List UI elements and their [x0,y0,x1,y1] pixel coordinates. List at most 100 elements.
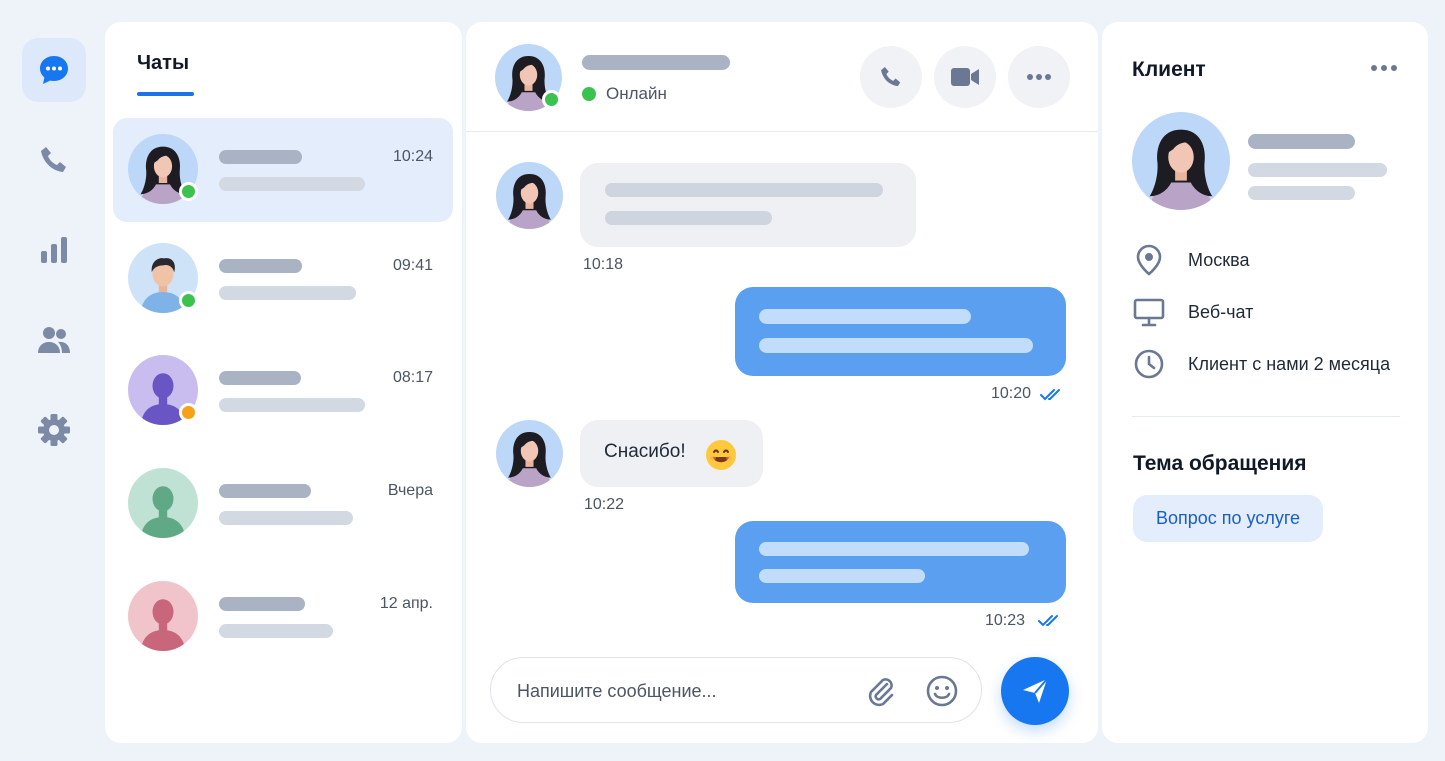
message-time: 10:23 [985,612,1026,629]
message-preview-placeholder [219,624,333,638]
incoming-message [580,163,916,247]
message-input[interactable] [517,676,847,706]
message-time: 10:18 [583,256,624,273]
message-preview-placeholder [219,511,353,525]
client-panel: Клиент Москва Веб-чат Клиент с нами 2 ме… [1102,22,1428,743]
message-line-placeholder [759,569,925,583]
chat-time: 08:17 [392,369,433,386]
chats-panel: Чаты 10:24 09:41 08:17 Вчера 12 апр. [105,22,462,743]
online-status-dot [542,90,561,109]
send-paper-plane-icon [1023,678,1048,703]
nav-calls[interactable] [22,128,86,192]
topic-chip[interactable]: Вопрос по услуге [1133,495,1324,542]
chat-bubble-icon [40,56,68,84]
message-time: 10:22 [584,496,625,513]
message-preview-placeholder [219,286,356,300]
attach-button[interactable] [863,674,897,713]
left-navigation [22,38,90,488]
contact-name-placeholder [219,259,302,273]
message-preview-placeholder [219,398,365,412]
client-location-text: Москва [1188,249,1250,270]
message-line-placeholder [759,542,1029,556]
emoji-button[interactable] [925,674,959,713]
phone-icon [881,67,901,87]
avatar [128,581,198,651]
message-line-placeholder [605,211,772,225]
client-detail-placeholder [1248,163,1387,177]
chat-time: Вчера [387,482,433,499]
client-avatar [1132,112,1230,210]
online-status-dot [179,291,198,310]
contact-name-placeholder [219,597,305,611]
nav-chats[interactable] [22,38,86,102]
users-icon [38,327,70,353]
monitor-icon [1133,298,1165,327]
nav-analytics[interactable] [22,218,86,282]
chats-title: Чаты [137,52,190,74]
app-window: Чаты 10:24 09:41 08:17 Вчера 12 апр. Онл… [0,0,1445,761]
message-preview-placeholder [219,177,365,191]
client-more-button[interactable] [1370,60,1398,78]
more-options-button[interactable] [1008,46,1070,108]
chats-tab-indicator [137,92,194,96]
contact-status-text: Онлайн [606,84,667,103]
video-camera-icon [951,68,979,86]
smiling-face-emoji [706,440,736,470]
contact-name-placeholder [219,371,301,385]
message-composer [490,657,982,723]
phone-icon [41,147,66,172]
client-channel-text: Веб-чат [1188,301,1254,322]
gear-icon [38,414,70,446]
client-divider [1132,416,1400,417]
more-horizontal-icon [1027,74,1051,80]
online-indicator [582,87,596,101]
message-line-placeholder [605,183,883,197]
smile-icon [926,675,958,707]
outgoing-message [735,287,1066,376]
read-receipt-icon [1038,615,1058,627]
chat-list-item[interactable]: 10:24 [113,118,453,222]
conversation-panel: Онлайн 10:18 10:20 Снасибо! 10:22 10:23 … [466,22,1098,743]
more-horizontal-icon [1371,65,1397,71]
sender-avatar [496,162,563,229]
message-line-placeholder [759,309,971,324]
video-call-button[interactable] [934,46,996,108]
chat-time: 12 апр. [379,595,433,612]
chat-list-item[interactable]: Вчера [113,452,453,556]
topic-title: Тема обращения [1133,452,1307,475]
contact-name-placeholder [219,150,302,164]
chat-time: 10:24 [392,148,433,165]
bar-chart-icon [41,237,67,263]
nav-settings[interactable] [22,398,86,462]
incoming-message: Снасибо! [580,420,763,487]
send-button[interactable] [1001,657,1069,725]
nav-contacts[interactable] [22,308,86,372]
client-channel: Веб-чат [1132,295,1253,329]
contact-name-placeholder [219,484,311,498]
client-name-placeholder [1248,134,1355,149]
sender-avatar [496,420,563,487]
read-receipt-icon [1040,389,1060,401]
message-line-placeholder [759,338,1033,353]
avatar [128,468,198,538]
clock-icon [1134,349,1164,379]
client-panel-title: Клиент [1132,58,1206,81]
chat-list-item[interactable]: 12 апр. [113,565,453,669]
client-tenure-text: Клиент с нами 2 месяца [1188,353,1391,374]
chat-time: 09:41 [392,257,433,274]
message-time: 10:20 [991,385,1032,402]
outgoing-message [735,521,1066,603]
paperclip-icon [868,678,894,707]
call-button[interactable] [860,46,922,108]
online-status-dot [179,182,198,201]
client-detail-placeholder [1248,186,1355,200]
client-tenure: Клиент с нами 2 месяца [1132,347,1390,381]
header-divider [466,131,1098,132]
contact-name-placeholder [582,55,730,70]
chat-list-item[interactable]: 08:17 [113,339,453,443]
message-text: Снасибо! [604,441,686,462]
location-pin-icon [1136,244,1162,276]
away-status-dot [179,403,198,422]
chat-list-item[interactable]: 09:41 [113,227,453,331]
client-location: Москва [1132,243,1249,277]
